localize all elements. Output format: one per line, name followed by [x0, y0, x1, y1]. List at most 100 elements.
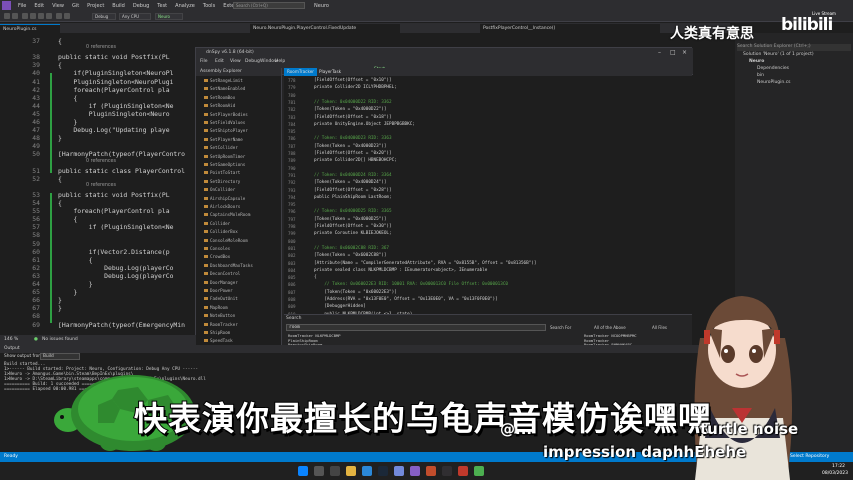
tree-item[interactable]: CaptainsMoleRoom [210, 212, 250, 217]
tree-item[interactable]: DeconControl [210, 271, 240, 276]
vs-menu-analyze[interactable]: Analyze [171, 3, 199, 9]
file-explorer-icon[interactable] [346, 466, 356, 476]
tree-item[interactable]: SetCollider [210, 145, 238, 150]
platform-dropdown[interactable]: Any CPU [119, 13, 151, 20]
save-icon[interactable] [38, 13, 44, 19]
tree-item[interactable]: CrowdBox [210, 254, 230, 259]
save-all-icon[interactable] [46, 13, 52, 19]
tree-item[interactable]: OnCollider [210, 187, 235, 192]
project-neuro[interactable]: Neuro [749, 59, 764, 64]
tree-item[interactable]: MapRoom [210, 305, 228, 310]
neuroplugin-file[interactable]: NeuroPlugin.cs [757, 80, 791, 85]
dnspy-menu-file[interactable]: File [200, 59, 208, 64]
solution-root[interactable]: Solution 'Neuro' (1 of 1 project) [743, 52, 814, 57]
tree-item[interactable]: AirlockDoors [210, 204, 240, 209]
tree-item[interactable]: SetDirectory [210, 179, 240, 184]
solution-search-input[interactable]: Search Solution Explorer (Ctrl+;) [737, 44, 851, 51]
dnspy-menu-debug[interactable]: Debug [245, 59, 260, 64]
vs-menu-test[interactable]: Test [153, 3, 171, 9]
clock-date[interactable]: 08/03/2023 [822, 471, 848, 476]
redo-icon[interactable] [64, 13, 70, 19]
assembly-explorer[interactable]: Assembly Explorer SetRangeLimit SetNameEn… [196, 68, 282, 356]
tab-playertask[interactable]: PlayerTask [316, 68, 344, 76]
vs-menu-project[interactable]: Project [83, 3, 108, 9]
zoom-level[interactable]: 146 % [4, 335, 18, 345]
minimize-icon[interactable]: – [658, 48, 661, 58]
tree-item[interactable]: SetRoomAid [210, 103, 235, 108]
tree-item[interactable]: AirshipCapsule [210, 196, 245, 201]
dnspy-menu-edit[interactable]: Edit [215, 59, 224, 64]
vs-menu-file[interactable]: File [14, 3, 30, 9]
vs-menu-build[interactable]: Build [108, 3, 129, 9]
tree-item[interactable]: DashboardMaxTasks [210, 263, 253, 268]
search-icon[interactable] [314, 466, 324, 476]
tree-item[interactable]: SpeedTask [210, 338, 233, 343]
tree-item[interactable]: SetUpRoomTimer [210, 154, 245, 159]
undo-icon[interactable] [56, 13, 62, 19]
reference-count[interactable]: 0 references [86, 45, 116, 50]
tree-item[interactable]: SetRangeLimit [210, 78, 243, 83]
start-debug-button[interactable]: Neuro [155, 13, 183, 20]
dependencies-node[interactable]: Dependencies [757, 66, 789, 71]
obs-icon[interactable] [442, 466, 452, 476]
search-for-dropdown[interactable]: Search For [550, 325, 571, 330]
tree-item[interactable]: SetPlayerName [210, 137, 243, 142]
tree-item[interactable]: PointToStart [210, 170, 240, 175]
vs-menu-tools[interactable]: Tools [199, 3, 219, 9]
new-file-icon[interactable] [22, 13, 28, 19]
close-icon[interactable]: × [682, 48, 687, 58]
tree-item[interactable]: FadeOutUnit [210, 296, 238, 301]
tree-item[interactable]: SetRoomBox [210, 95, 235, 100]
issues-status[interactable]: No issues found [42, 335, 78, 345]
discord-icon[interactable] [394, 466, 404, 476]
visual-studio-icon[interactable] [410, 466, 420, 476]
tree-item[interactable]: ConsoleMoleRoom [210, 238, 248, 243]
tree-item[interactable]: Collider [210, 221, 230, 226]
open-icon[interactable] [30, 13, 36, 19]
search-input[interactable]: room [286, 324, 546, 331]
vs-menu-view[interactable]: View [48, 3, 68, 9]
tree-item[interactable]: SetNameEnabled [210, 86, 245, 91]
search-files-dropdown[interactable]: All Files [652, 325, 667, 330]
dnspy-menu-view[interactable]: View [230, 59, 241, 64]
tree-item[interactable]: SetPlayerBodies [210, 112, 248, 117]
among-us-icon[interactable] [458, 466, 468, 476]
tree-item[interactable]: SetFieldValues [210, 120, 245, 125]
bin-folder[interactable]: bin [757, 73, 764, 78]
reference-count[interactable]: 0 references [86, 159, 116, 164]
clock-time[interactable]: 17:22 [832, 464, 845, 469]
vs-menu-debug[interactable]: Debug [129, 3, 153, 9]
tree-item[interactable]: SetGameOptions [210, 162, 245, 167]
tree-item[interactable]: DoorPower [210, 288, 233, 293]
search-scope-dropdown[interactable]: All of the Above [594, 325, 626, 330]
task-view-icon[interactable] [330, 466, 340, 476]
start-menu-icon[interactable] [298, 466, 308, 476]
tree-item[interactable]: ShipRoom [210, 330, 230, 335]
tree-item[interactable]: DoorManager [210, 280, 238, 285]
dnspy-menu-help[interactable]: Help [275, 59, 285, 64]
code-editor[interactable]: 37 {0 references 38 public static void Post… [0, 33, 196, 335]
tree-item[interactable]: ColliderBox [210, 229, 238, 234]
edge-icon[interactable] [362, 466, 372, 476]
maximize-icon[interactable]: □ [670, 48, 676, 58]
tree-item[interactable]: SetShiptoPlayer [210, 128, 248, 133]
forward-icon[interactable] [12, 13, 18, 19]
tab-member-dropdown[interactable]: Neuro.NeuroPlugin.PlayerControl.FixedUpd… [250, 24, 400, 33]
back-icon[interactable] [4, 13, 10, 19]
config-dropdown[interactable]: Debug [92, 13, 116, 20]
tab-neuroplugin[interactable]: NeuroPlugin.cs [0, 24, 60, 33]
tree-item[interactable]: NoteButton [210, 313, 235, 318]
vs-search-input[interactable]: Search (Ctrl+Q) [233, 2, 305, 9]
spotify-icon[interactable] [474, 466, 484, 476]
dnspy-code-view[interactable]: 778 [FieldOffset(Offset = "0x10")] 779 priv… [284, 76, 692, 314]
output-source-dropdown[interactable]: Build [40, 353, 80, 360]
steam-icon[interactable] [378, 466, 388, 476]
reference-count[interactable]: 0 references [86, 183, 116, 188]
tree-item[interactable]: RoomTracker [210, 322, 238, 327]
tab-roomtracker[interactable]: RoomTracker [284, 68, 318, 76]
tab-method-dropdown[interactable]: PostfixPlayerControl__Instance() [480, 24, 660, 33]
dnspy-icon[interactable] [426, 466, 436, 476]
vs-menu-git[interactable]: Git [68, 3, 83, 9]
vs-menu-edit[interactable]: Edit [30, 3, 48, 9]
tree-item[interactable]: Consoles [210, 246, 230, 251]
